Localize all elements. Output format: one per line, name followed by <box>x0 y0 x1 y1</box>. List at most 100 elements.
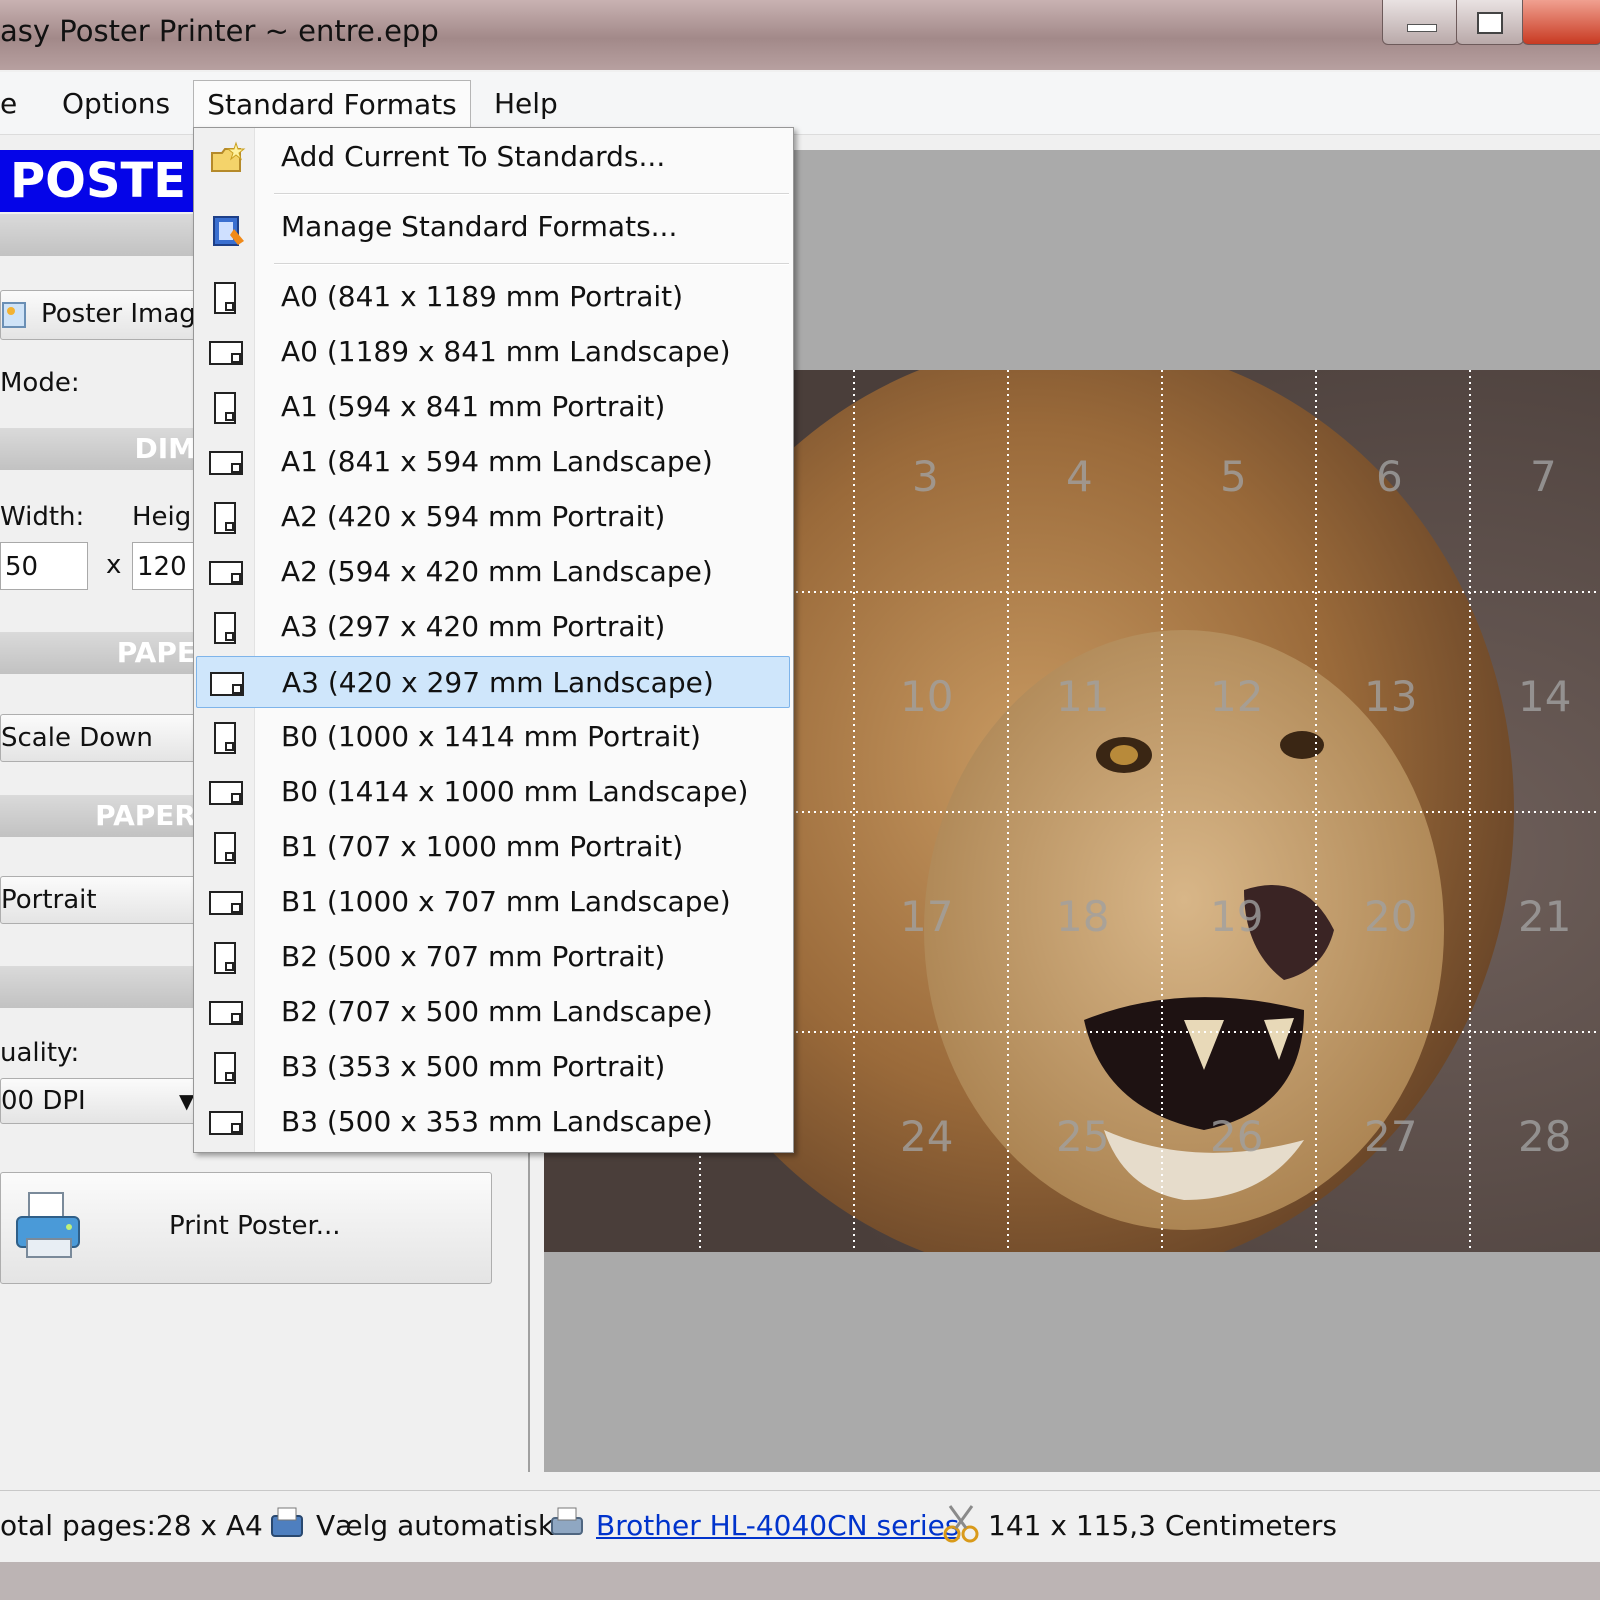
tile-number: 12 <box>1210 672 1264 721</box>
menu-item-manage-formats[interactable]: Manage Standard Formats... <box>196 201 790 253</box>
menu-item-a0-portrait[interactable]: A0 (841 x 1189 mm Portrait) <box>196 271 790 323</box>
print-poster-label: Print Poster... <box>169 1211 341 1241</box>
print-poster-button[interactable]: Print Poster... <box>0 1172 492 1284</box>
quality-value: 00 DPI <box>1 1086 86 1116</box>
menu-item-label: B2 (707 x 500 mm Landscape) <box>281 995 713 1028</box>
menu-item-b1-landscape[interactable]: B1 (1000 x 707 mm Landscape) <box>196 876 790 928</box>
height-field[interactable]: 120 <box>132 542 196 590</box>
page-portrait-icon <box>214 392 236 424</box>
menu-item-b0-landscape[interactable]: B0 (1414 x 1000 mm Landscape) <box>196 766 790 818</box>
page-landscape-icon <box>209 451 243 475</box>
menu-item-b0-portrait[interactable]: B0 (1000 x 1414 mm Portrait) <box>196 711 790 763</box>
panel-section-bar-2 <box>0 966 196 1008</box>
restore-icon <box>1477 12 1503 34</box>
menu-item-b3-landscape[interactable]: B3 (500 x 353 mm Landscape) <box>196 1096 790 1148</box>
menu-item-label: A0 (1189 x 841 mm Landscape) <box>281 335 731 368</box>
window-bottom-border <box>0 1562 1600 1600</box>
tile-number: 14 <box>1518 672 1572 721</box>
window-title: asy Poster Printer ~ entre.epp <box>0 14 439 48</box>
quality-label: uality: <box>0 1038 80 1068</box>
menu-options[interactable]: Options <box>62 80 170 128</box>
tile-number: 27 <box>1364 1112 1418 1161</box>
menu-item-b2-landscape[interactable]: B2 (707 x 500 mm Landscape) <box>196 986 790 1038</box>
page-portrait-icon <box>214 722 236 754</box>
menu-item-label: Manage Standard Formats... <box>281 210 678 243</box>
poster-size-status: 141 x 115,3 Centimeters <box>988 1509 1337 1542</box>
poster-banner: POSTE <box>0 150 200 212</box>
quality-select[interactable]: 00 DPI ▼ <box>0 1078 196 1124</box>
scissors-icon <box>943 1505 979 1543</box>
tile-number: 5 <box>1220 452 1247 501</box>
menu-item-b3-portrait[interactable]: B3 (353 x 500 mm Portrait) <box>196 1041 790 1093</box>
page-landscape-icon <box>209 781 243 805</box>
panel-section-bar <box>0 214 196 256</box>
menu-item-a3-landscape[interactable]: A3 (420 x 297 mm Landscape) <box>196 656 790 708</box>
menu-file[interactable]: e <box>0 80 17 128</box>
poster-image-label: Poster Image <box>41 299 196 329</box>
page-portrait-icon <box>214 612 236 644</box>
tile-number: 7 <box>1530 452 1557 501</box>
tile-number: 28 <box>1518 1112 1572 1161</box>
tile-number: 20 <box>1364 892 1418 941</box>
tile-number: 25 <box>1056 1112 1110 1161</box>
menu-item-label: A3 (420 x 297 mm Landscape) <box>282 666 714 699</box>
dimensions-header: DIM <box>0 428 196 470</box>
times-label: x <box>106 550 122 580</box>
mode-label: Mode: <box>0 368 80 398</box>
menu-help[interactable]: Help <box>494 80 558 128</box>
menu-item-label: B3 (500 x 353 mm Landscape) <box>281 1105 713 1138</box>
menu-item-a2-landscape[interactable]: A2 (594 x 420 mm Landscape) <box>196 546 790 598</box>
menu-item-b1-portrait[interactable]: B1 (707 x 1000 mm Portrait) <box>196 821 790 873</box>
menu-item-label: B3 (353 x 500 mm Portrait) <box>281 1050 666 1083</box>
menu-item-label: A3 (297 x 420 mm Portrait) <box>281 610 666 643</box>
orientation-button[interactable]: Portrait <box>0 876 196 924</box>
menu-item-label: B1 (707 x 1000 mm Portrait) <box>281 830 684 863</box>
minimize-button[interactable] <box>1382 0 1458 45</box>
paper-header: PAPE <box>0 632 196 674</box>
poster-image-button[interactable]: Poster Image <box>0 290 196 340</box>
printer-link[interactable]: Brother HL-4040CN series <box>596 1508 959 1544</box>
menu-separator <box>274 193 789 195</box>
tile-number: 26 <box>1210 1112 1264 1161</box>
page-landscape-icon <box>209 561 243 585</box>
maximize-button[interactable] <box>1456 0 1524 45</box>
minimize-icon <box>1407 24 1437 32</box>
width-field[interactable]: 50 <box>0 542 88 590</box>
page-portrait-icon <box>214 942 236 974</box>
menu-item-a1-landscape[interactable]: A1 (841 x 594 mm Landscape) <box>196 436 790 488</box>
menu-item-label: A2 (420 x 594 mm Portrait) <box>281 500 666 533</box>
paper-orientation-header: PAPER <box>0 795 196 837</box>
total-pages-status: otal pages:28 x A4 <box>0 1509 263 1542</box>
printer-icon <box>16 1192 80 1258</box>
menu-item-a1-portrait[interactable]: A1 (594 x 841 mm Portrait) <box>196 381 790 433</box>
page-landscape-icon <box>210 672 244 696</box>
tile-number: 4 <box>1066 452 1093 501</box>
image-icon <box>2 302 26 328</box>
menu-item-a0-landscape[interactable]: A0 (1189 x 841 mm Landscape) <box>196 326 790 378</box>
close-button[interactable] <box>1522 0 1600 45</box>
scale-down-label: Scale Down <box>1 723 153 753</box>
tile-number: 17 <box>900 892 954 941</box>
page-portrait-icon <box>214 1052 236 1084</box>
width-label: Width: <box>0 502 85 532</box>
menu-item-a3-portrait[interactable]: A3 (297 x 420 mm Portrait) <box>196 601 790 653</box>
tile-number: 21 <box>1518 892 1572 941</box>
page-landscape-icon <box>209 341 243 365</box>
menu-item-label: A0 (841 x 1189 mm Portrait) <box>281 280 684 313</box>
menu-item-add-current[interactable]: Add Current To Standards... <box>196 131 790 183</box>
tile-number: 11 <box>1056 672 1110 721</box>
menu-item-b2-portrait[interactable]: B2 (500 x 707 mm Portrait) <box>196 931 790 983</box>
tile-number: 19 <box>1210 892 1264 941</box>
menu-item-label: B2 (500 x 707 mm Portrait) <box>281 940 666 973</box>
tile-number: 13 <box>1364 672 1418 721</box>
scale-down-button[interactable]: Scale Down <box>0 714 196 762</box>
tile-number: 24 <box>900 1112 954 1161</box>
menu-item-label: A1 (594 x 841 mm Portrait) <box>281 390 666 423</box>
paper-source-status[interactable]: Vælg automatisk <box>316 1508 554 1544</box>
page-landscape-icon <box>209 1111 243 1135</box>
menu-standard-formats[interactable]: Standard Formats <box>193 80 471 129</box>
menu-item-a2-portrait[interactable]: A2 (420 x 594 mm Portrait) <box>196 491 790 543</box>
folder-star-icon <box>211 141 246 172</box>
paper-tray-icon <box>271 1507 303 1537</box>
tile-number: 3 <box>912 452 939 501</box>
